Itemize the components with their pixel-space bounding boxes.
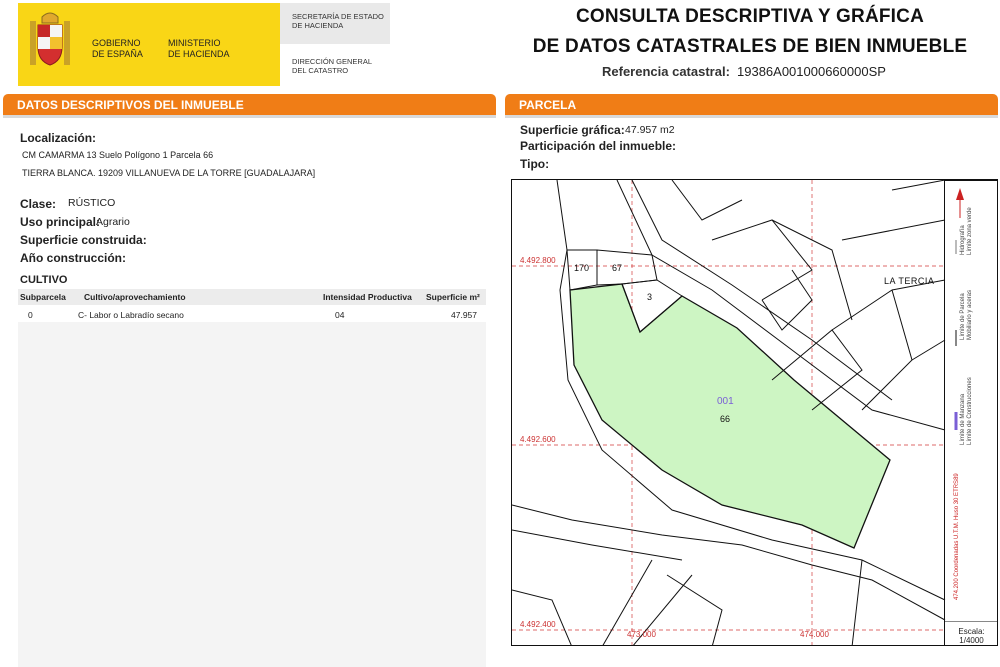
cadastral-map[interactable]: 4.492.800 4.492.600 4.492.400 473.000 47…: [511, 179, 998, 646]
crop-table-body: [18, 322, 486, 667]
class-value: RÚSTICO: [68, 197, 116, 209]
document-title-line-1: CONSULTA DESCRIPTIVA Y GRÁFICA: [575, 6, 925, 27]
row-surface: 47.957: [451, 310, 477, 320]
document-title-line-2: DE DATOS CATASTRALES DE BIEN INMUEBLE: [532, 36, 968, 57]
place-name-label: LA TERCIA: [884, 276, 935, 286]
class-label: Clase:: [20, 197, 57, 211]
built-surface-label: Superficie construida:: [20, 233, 147, 247]
graphic-surface-value: 47.957 m2: [625, 124, 675, 136]
crop-section-title: CULTIVO: [20, 274, 68, 286]
utm-label-y1: 4.492.800: [520, 256, 556, 265]
legend-construction-limit: Límite de Construcciones: [967, 377, 973, 445]
legend-parcel-limit: Límite de Parcela: [960, 293, 966, 340]
legend-furniture: Mobiliario y aceras: [967, 289, 973, 340]
row-subparcel: 0: [28, 310, 33, 320]
main-use-value: Agrario: [96, 216, 130, 228]
scale-label: Escala:: [958, 627, 985, 636]
utm-label-y3: 4.492.400: [520, 620, 556, 629]
parcel-label-3: 3: [647, 292, 653, 302]
secretariat-line-2: DE HACIENDA: [292, 21, 344, 30]
directorate-line-1: DIRECCIÓN GENERAL: [292, 57, 373, 66]
cadastral-reference-value: 19386A001000660000SP: [737, 64, 886, 79]
secretariat-box: SECRETARÍA DE ESTADO DE HACIENDA DIRECCI…: [280, 3, 390, 86]
ministry-line-1: MINISTERIO: [168, 38, 221, 48]
legend-hydrography: Hidrografía: [960, 225, 966, 255]
secretariat-line-1: SECRETARÍA DE ESTADO: [292, 12, 384, 21]
ministry-name: MINISTERIO DE HACIENDA: [168, 38, 230, 60]
location-address-line-2: TIERRA BLANCA. 19209 VILLANUEVA DE LA TO…: [22, 168, 316, 178]
map-drawing: [512, 180, 946, 645]
gov-line-2: DE ESPAÑA: [92, 49, 143, 59]
descriptive-section-header: DATOS DESCRIPTIVOS DEL INMUEBLE: [3, 94, 496, 115]
gov-line-1: GOBIERNO: [92, 38, 141, 48]
ministry-line-2: DE HACIENDA: [168, 49, 230, 59]
coat-of-arms-icon: [30, 12, 70, 66]
construction-year-label: Año construcción:: [20, 251, 127, 265]
column-surface: Superficie m²: [426, 292, 480, 302]
legend-green-zone: Límite zona verde: [967, 207, 973, 255]
directorate-line-2: DEL CATASTRO: [292, 66, 349, 75]
main-use-label: Uso principal:: [20, 215, 101, 229]
cadastral-reference: Referencia catastral: 19386A001000660000…: [602, 64, 886, 79]
column-intensity: Intensidad Productiva: [323, 292, 412, 302]
map-scale: Escala: 1/4000: [945, 622, 998, 646]
parcel-code-label: 001: [717, 396, 734, 407]
legend-coordinates-text: 474.200 Coordenadas U.T.M. Huso 30 ETRS8…: [954, 473, 960, 600]
utm-label-x2: 474.000: [800, 630, 829, 639]
cadastral-reference-label: Referencia catastral:: [602, 64, 730, 79]
directorate-label: DIRECCIÓN GENERAL DEL CATASTRO: [292, 57, 372, 75]
type-label: Tipo:: [520, 157, 550, 171]
scale-value: 1/4000: [959, 636, 984, 645]
gov-name: GOBIERNO DE ESPAÑA: [92, 38, 143, 60]
participation-label: Participación del inmueble:: [520, 139, 677, 153]
utm-label-y2: 4.492.600: [520, 435, 556, 444]
north-arrow-icon: [956, 188, 964, 200]
column-crop: Cultivo/aprovechamiento: [84, 292, 186, 302]
secretariat-label: SECRETARÍA DE ESTADO DE HACIENDA: [280, 3, 390, 44]
descriptive-header-underline: [3, 115, 496, 118]
location-label: Localización:: [20, 131, 97, 145]
utm-label-x1: 473.000: [627, 630, 656, 639]
row-intensity: 04: [335, 310, 345, 320]
graphic-surface-label: Superficie gráfica:: [520, 123, 625, 137]
row-crop: C- Labor o Labradío secano: [78, 310, 184, 320]
parcel-label-67: 67: [612, 263, 623, 273]
parcel-label-170: 170: [574, 263, 590, 273]
column-subparcel: Subparcela: [20, 292, 66, 302]
government-banner: GOBIERNO DE ESPAÑA MINISTERIO DE HACIEND…: [18, 3, 280, 86]
location-address-line-1: CM CAMARMA 13 Suelo Polígono 1 Parcela 6…: [22, 150, 214, 160]
parcel-section-header: PARCELA: [505, 94, 998, 115]
parcel-header-underline: [505, 115, 998, 118]
parcel-number-label: 66: [720, 414, 731, 424]
legend-block-limit: Límite de Manzana: [960, 393, 966, 445]
